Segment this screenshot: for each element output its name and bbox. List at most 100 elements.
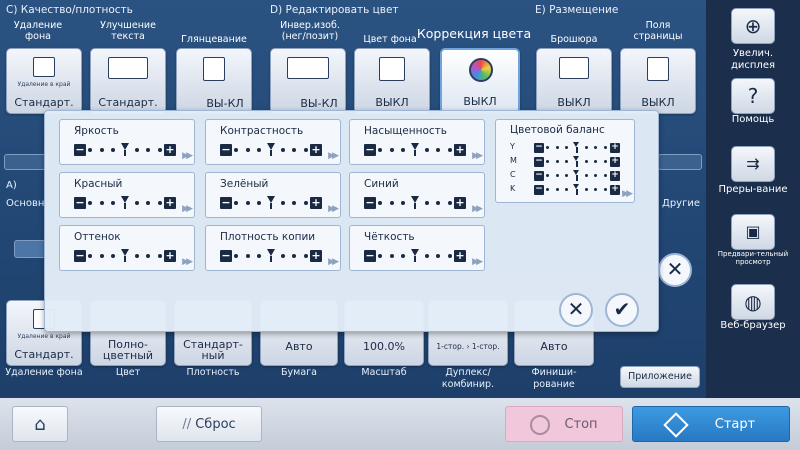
plus-button[interactable]: + bbox=[610, 171, 620, 181]
page-margin-tile[interactable]: ВЫКЛ bbox=[620, 48, 696, 114]
adjustment-4[interactable]: Зелёный − + ▶▶ bbox=[205, 172, 341, 218]
page-margin-value: ВЫКЛ bbox=[641, 96, 675, 109]
adjustment-slider[interactable]: − + bbox=[74, 249, 176, 262]
plus-button[interactable]: + bbox=[610, 143, 620, 153]
balance-slider[interactable]: − + bbox=[534, 170, 620, 181]
adjustment-slider[interactable]: − + bbox=[220, 249, 322, 262]
adjustment-0[interactable]: Яркость − + ▶▶ bbox=[59, 119, 195, 165]
bottom-bar: ⌂ // Сброс Стоп Старт bbox=[0, 398, 800, 450]
plus-button[interactable]: + bbox=[310, 197, 322, 209]
slider-marker-stem bbox=[414, 150, 416, 156]
adjustment-label: Оттенок bbox=[74, 231, 121, 243]
gloss-tile[interactable]: ВЫ-КЛ bbox=[176, 48, 252, 114]
balance-row-label: K bbox=[510, 184, 516, 193]
preview-button[interactable]: ▣ bbox=[731, 214, 775, 250]
col-label-invert: Инвер.изоб. (нег/позит) bbox=[280, 20, 340, 42]
stop-button[interactable]: Стоп bbox=[505, 406, 623, 442]
adjustment-7[interactable]: Плотность копии − + ▶▶ bbox=[205, 225, 341, 271]
slider-tick bbox=[99, 201, 104, 205]
slider-marker bbox=[121, 249, 129, 256]
bg-removal-tile[interactable]: Удаление в край Стандарт. bbox=[6, 48, 82, 114]
color-balance-box[interactable]: Цветовой баланс Y − + M − + C − + K − + ▶▶ bbox=[495, 119, 635, 203]
plus-button[interactable]: + bbox=[164, 144, 176, 156]
color-correction-tile[interactable]: ВЫКЛ bbox=[440, 48, 520, 114]
minus-button[interactable]: − bbox=[364, 250, 376, 262]
slider-tick bbox=[234, 201, 238, 205]
minus-button[interactable]: − bbox=[220, 250, 232, 262]
minus-button[interactable]: − bbox=[74, 144, 86, 156]
invert-value: ВЫ-КЛ bbox=[300, 97, 338, 110]
slider-tick bbox=[424, 254, 429, 258]
globe-icon: ◍ bbox=[744, 290, 762, 314]
adjustment-5[interactable]: Синий − + ▶▶ bbox=[349, 172, 485, 218]
col-label-page-margin: Поля страницы bbox=[633, 20, 683, 42]
color-bg-tile[interactable]: ВЫКЛ bbox=[354, 48, 430, 114]
plus-button[interactable]: + bbox=[164, 197, 176, 209]
plus-button[interactable]: + bbox=[454, 144, 466, 156]
plus-button[interactable]: + bbox=[610, 157, 620, 167]
slider-marker-stem bbox=[124, 150, 126, 156]
minus-button[interactable]: − bbox=[534, 143, 544, 153]
adjustment-label: Контрастность bbox=[220, 125, 304, 137]
plus-button[interactable]: + bbox=[454, 250, 466, 262]
adjustment-3[interactable]: Красный − + ▶▶ bbox=[59, 172, 195, 218]
balance-slider[interactable]: − + bbox=[534, 184, 620, 195]
minus-button[interactable]: − bbox=[364, 197, 376, 209]
minus-button[interactable]: − bbox=[74, 250, 86, 262]
slider-marker bbox=[267, 196, 275, 203]
adjustment-slider[interactable]: − + bbox=[364, 196, 466, 209]
minus-button[interactable]: − bbox=[534, 157, 544, 167]
slider-tick bbox=[436, 201, 441, 205]
start-button[interactable]: Старт bbox=[632, 406, 790, 442]
adjustment-slider[interactable]: − + bbox=[364, 249, 466, 262]
balance-slider[interactable]: − + bbox=[534, 142, 620, 153]
adjustment-6[interactable]: Оттенок − + ▶▶ bbox=[59, 225, 195, 271]
color-wheel-icon bbox=[469, 58, 493, 82]
plus-button[interactable]: + bbox=[164, 250, 176, 262]
adjustment-label: Плотность копии bbox=[220, 231, 316, 243]
slider-tick bbox=[546, 174, 549, 177]
web-browser-button[interactable]: ◍ bbox=[731, 284, 775, 320]
zoom-display-button[interactable]: ⊕ bbox=[731, 8, 775, 44]
minus-button[interactable]: − bbox=[220, 197, 232, 209]
ok-button[interactable]: ✔ bbox=[605, 293, 639, 327]
left-handle[interactable] bbox=[14, 240, 46, 258]
help-label: Помощь bbox=[731, 114, 775, 125]
text-enhancement-tile[interactable]: Стандарт. bbox=[90, 48, 166, 114]
adjustment-1[interactable]: Контрастность − + ▶▶ bbox=[205, 119, 341, 165]
cancel-button[interactable]: ✕ bbox=[559, 293, 593, 327]
booklet-tile[interactable]: ВЫКЛ bbox=[536, 48, 612, 114]
adjustment-slider[interactable]: − + bbox=[74, 143, 176, 156]
minus-button[interactable]: − bbox=[74, 197, 86, 209]
application-button[interactable]: Приложение bbox=[620, 366, 700, 388]
minus-button[interactable]: − bbox=[220, 144, 232, 156]
adjustment-slider[interactable]: − + bbox=[364, 143, 466, 156]
adjustment-2[interactable]: Насыщенность − + ▶▶ bbox=[349, 119, 485, 165]
balance-row-label: Y bbox=[510, 142, 515, 151]
adjustment-slider[interactable]: − + bbox=[220, 143, 322, 156]
plus-button[interactable]: + bbox=[610, 185, 620, 195]
zoom-display-label: Увелич. дисплея bbox=[730, 48, 775, 71]
interrupt-button[interactable]: ⇉ bbox=[731, 146, 775, 182]
plus-button[interactable]: + bbox=[310, 144, 322, 156]
adjustment-8[interactable]: Чёткость − + ▶▶ bbox=[349, 225, 485, 271]
invert-tile[interactable]: ВЫ-КЛ bbox=[270, 48, 346, 114]
plus-button[interactable]: + bbox=[310, 250, 322, 262]
slider-tick bbox=[594, 188, 598, 191]
reset-icon: // bbox=[182, 417, 196, 432]
close-button[interactable]: ✕ bbox=[658, 253, 692, 287]
slider-tick bbox=[594, 146, 598, 149]
bottom-label-paper: Бумага bbox=[281, 367, 317, 378]
home-button[interactable]: ⌂ bbox=[12, 406, 68, 442]
slider-tick bbox=[88, 254, 92, 258]
adjustment-slider[interactable]: − + bbox=[220, 196, 322, 209]
help-button[interactable]: ? bbox=[731, 78, 775, 114]
plus-button[interactable]: + bbox=[454, 197, 466, 209]
reset-button[interactable]: // Сброс bbox=[156, 406, 262, 442]
text-enhancement-icon bbox=[108, 57, 148, 79]
adjustment-slider[interactable]: − + bbox=[74, 196, 176, 209]
minus-button[interactable]: − bbox=[364, 144, 376, 156]
balance-slider[interactable]: − + bbox=[534, 156, 620, 167]
minus-button[interactable]: − bbox=[534, 171, 544, 181]
minus-button[interactable]: − bbox=[534, 185, 544, 195]
